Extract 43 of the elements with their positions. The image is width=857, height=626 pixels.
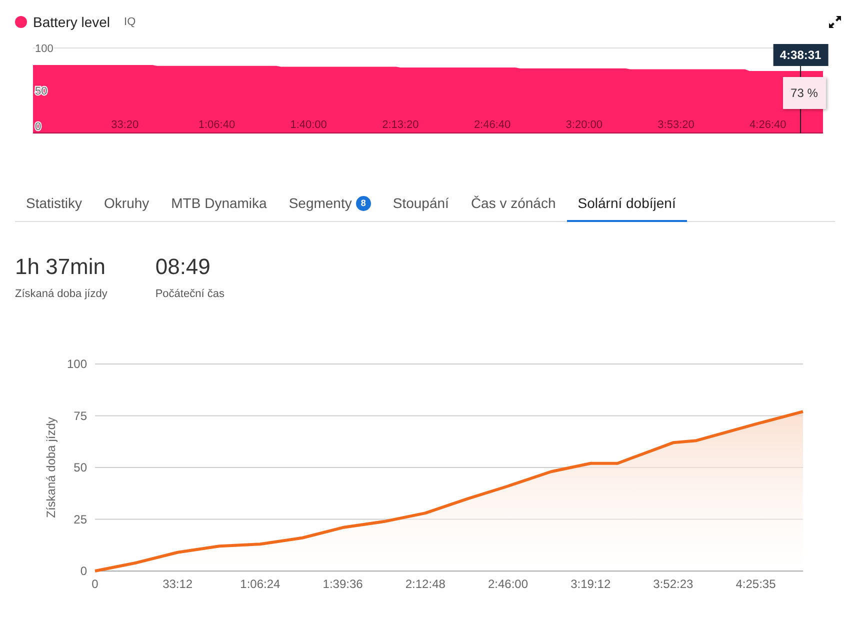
axis-label: 75: [74, 408, 87, 423]
axis-title: Získaná doba jízdy: [44, 417, 58, 518]
axis-label: 50: [35, 86, 48, 98]
axis-label: 4:25:35: [736, 577, 776, 591]
axis-label: 100: [35, 43, 54, 55]
axis-label: 2:46:00: [488, 577, 528, 591]
tab[interactable]: Stoupání: [382, 190, 460, 222]
stat-label: Počáteční čas: [155, 288, 224, 300]
axis-label: 2:12:48: [405, 577, 446, 591]
iq-label: IQ: [124, 16, 136, 28]
axis-label: 0: [35, 121, 42, 133]
axis-label: 2:13:20: [382, 119, 419, 131]
tab[interactable]: Statistiky: [15, 190, 94, 222]
tab[interactable]: Okruhy: [93, 190, 160, 222]
axis-label: 3:52:23: [653, 577, 694, 591]
stat-label: Získaná doba jízdy: [15, 288, 108, 300]
tooltip-value: 73 %: [782, 77, 826, 109]
axis-label: 3:20:00: [566, 119, 603, 131]
axis-label: 33:12: [162, 577, 193, 591]
axis-label: 0: [92, 577, 98, 591]
count-badge: 8: [356, 196, 371, 210]
axis-label: 1:06:24: [240, 577, 280, 591]
tab[interactable]: MTB Dynamika: [160, 190, 278, 222]
axis-label: 100: [66, 357, 87, 371]
tooltip-time: 4:38:31: [772, 44, 828, 66]
axis-label: 3:19:12: [570, 577, 611, 591]
tab[interactable]: Segmenty 8: [278, 190, 382, 222]
axis-label: 0: [80, 564, 87, 578]
axis-label: 1:39:36: [322, 577, 363, 591]
axis-label: 1:40:00: [290, 119, 327, 131]
legend-label: Battery level: [33, 14, 110, 30]
axis-label: 50: [74, 460, 87, 474]
axis-label: 3:53:20: [658, 119, 694, 131]
axis-label: 1:06:40: [198, 119, 236, 131]
axis-label: 33:20: [111, 119, 139, 131]
tab[interactable]: Čas v zónách: [460, 190, 567, 222]
axis-label: 25: [74, 512, 87, 526]
stat-value: 1h 37min: [15, 254, 107, 280]
axis-label: 2:46:40: [474, 119, 511, 131]
axis-label: 4:26:40: [750, 119, 786, 131]
tab[interactable]: Solární dobíjení: [566, 190, 687, 222]
expand-icon[interactable]: [829, 16, 841, 28]
stat-value: 08:49: [155, 254, 212, 280]
